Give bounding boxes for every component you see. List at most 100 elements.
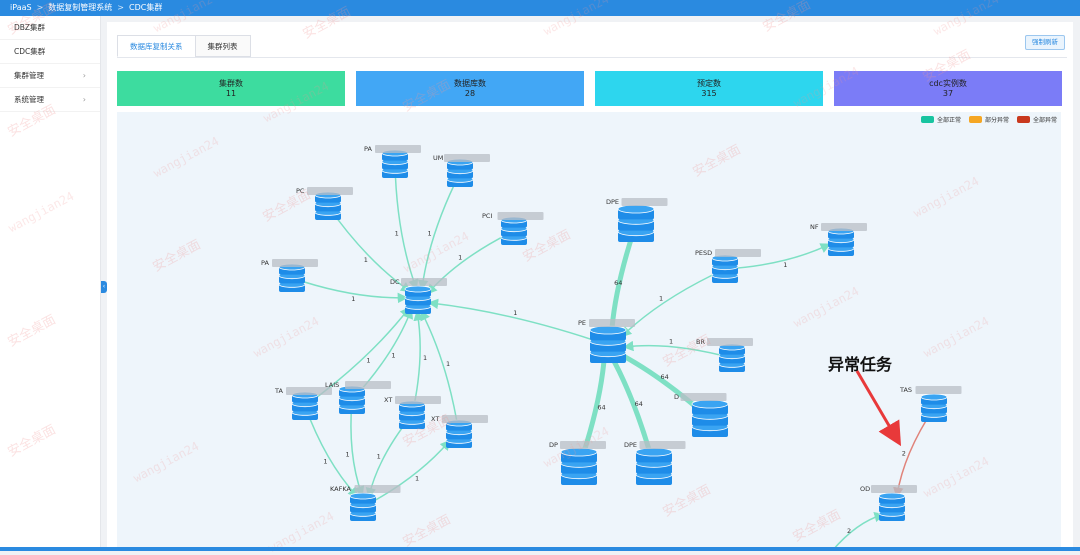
graph-canvas[interactable]: 1 1 1 1 1 1 64 1 1 1 64 64 64 1 1 1 1 1 1 1 1 2 2 PA UM PC PCI PA DC… <box>117 112 1061 551</box>
database-node-dp1[interactable] <box>560 447 598 485</box>
redacted-label-block <box>444 154 490 162</box>
database-node-pa1[interactable] <box>381 149 409 178</box>
redacted-label-block <box>442 415 488 423</box>
stat-value: 315 <box>701 89 717 98</box>
database-node-pesd[interactable] <box>711 254 739 283</box>
breadcrumb-item-cdc: CDC集群 <box>128 3 163 12</box>
node-label: XT <box>431 415 439 423</box>
database-node-nf[interactable] <box>827 227 855 256</box>
node-label: PESD <box>695 249 712 257</box>
node-label: LAIS <box>325 381 339 389</box>
edge-pa1-dc[interactable] <box>394 163 419 291</box>
edge-label: 2 <box>902 450 906 458</box>
stat-value: 11 <box>225 89 237 98</box>
node-label: PA <box>364 145 373 153</box>
replication-graph[interactable]: 全部正常 部分异常 全部异常 1 1 1 1 1 1 64 1 1 1 64 64 64 1 1 1 1 1 1 1 1… <box>117 112 1061 551</box>
stat-card-clusters: 集群数 11 <box>117 71 345 106</box>
sidebar-item-cluster-management[interactable]: 集群管理 › <box>0 64 100 88</box>
redacted-label-block <box>821 223 867 231</box>
edge-label: 1 <box>391 352 395 360</box>
node-label: TA <box>274 387 283 395</box>
redacted-label-block <box>375 145 421 153</box>
edge-label: 64 <box>635 400 643 408</box>
database-node-tas[interactable] <box>920 393 948 422</box>
redacted-label-block <box>345 381 391 389</box>
database-node-dpe_top[interactable] <box>617 204 655 242</box>
node-label: BR <box>696 338 705 346</box>
breadcrumb-separator: > <box>117 3 124 12</box>
sidebar-item-system-management[interactable]: 系统管理 › <box>0 88 100 112</box>
node-label: PA <box>261 259 270 267</box>
edge-label: 2 <box>847 527 851 535</box>
redacted-label-block <box>589 319 635 327</box>
edge-lais-kafka[interactable] <box>350 399 365 497</box>
sidebar: DBZ集群 CDC集群 集群管理 › 系统管理 › <box>0 16 101 551</box>
database-icon-top <box>617 204 655 214</box>
node-label: DPE <box>624 441 637 449</box>
database-node-od[interactable] <box>878 492 906 521</box>
chevron-right-icon: › <box>82 95 86 104</box>
database-node-xt2[interactable] <box>445 419 473 448</box>
redacted-label-block <box>560 441 606 449</box>
breadcrumb-item-ipaas[interactable]: iPaaS <box>10 0 32 16</box>
database-icon-top <box>589 325 627 335</box>
node-label: DP <box>549 441 558 449</box>
sidebar-item-label: 集群管理 <box>14 71 44 80</box>
node-label: UM <box>433 154 443 162</box>
database-icon-top <box>920 393 948 401</box>
redacted-label-block <box>395 396 441 404</box>
stat-label: 预定数 <box>697 79 721 88</box>
edge-pesd-pe[interactable] <box>620 268 726 338</box>
database-node-d[interactable] <box>691 399 729 437</box>
database-node-pc1[interactable] <box>314 191 342 220</box>
edge-incoming-od[interactable] <box>831 511 885 551</box>
node-label: KAFKA <box>330 485 351 493</box>
database-node-pc2[interactable] <box>500 216 528 245</box>
stat-value: 37 <box>942 89 954 98</box>
node-label: XT <box>384 396 392 404</box>
stat-label: cdc实例数 <box>929 79 967 88</box>
sidebar-item-cdc-cluster[interactable]: CDC集群 <box>0 40 100 64</box>
stat-card-subscriptions: 预定数 315 <box>595 71 823 106</box>
edge-label: 1 <box>415 474 419 482</box>
stat-card-cdc-instances: cdc实例数 37 <box>834 71 1062 106</box>
redacted-label-block <box>307 187 353 195</box>
database-node-br[interactable] <box>718 343 746 372</box>
stat-card-databases: 数据库数 28 <box>356 71 584 106</box>
sidebar-item-label: 系统管理 <box>14 95 44 104</box>
database-icon-top <box>691 399 729 409</box>
node-label: TAS <box>899 386 912 394</box>
chevron-right-icon: › <box>82 71 86 80</box>
redacted-label-block <box>401 278 447 286</box>
redacted-label-block <box>715 249 761 257</box>
force-refresh-button[interactable]: 强制刷新 <box>1025 35 1065 50</box>
top-bar: iPaaS > 数据复制管理系统 > CDC集群 <box>0 0 1080 16</box>
database-node-pe[interactable] <box>589 325 627 363</box>
database-node-um[interactable] <box>446 158 474 187</box>
tab-replication-relations[interactable]: 数据库复制关系 <box>117 35 196 57</box>
database-node-ta[interactable] <box>291 391 319 420</box>
database-node-kafka[interactable] <box>349 492 377 521</box>
database-node-lais[interactable] <box>338 385 366 414</box>
database-node-dpe2[interactable] <box>635 447 673 485</box>
redacted-label-block <box>915 386 962 394</box>
database-icon-top <box>404 285 432 293</box>
redacted-label-block <box>621 198 668 206</box>
database-icon-top <box>349 492 377 500</box>
node-label: NF <box>810 223 819 231</box>
edge-label: 1 <box>346 451 350 459</box>
tab-cluster-list[interactable]: 集群列表 <box>194 35 251 57</box>
breadcrumb-item-system[interactable]: 数据复制管理系统 <box>48 0 112 16</box>
database-node-xt1[interactable] <box>398 400 426 429</box>
edge-label: 1 <box>659 295 663 303</box>
sidebar-item-dbz-cluster[interactable]: DBZ集群 <box>0 16 100 40</box>
breadcrumb-separator: > <box>36 3 44 12</box>
edge-br-pe[interactable] <box>622 340 733 359</box>
stat-value: 28 <box>464 89 476 98</box>
edge-label: 1 <box>395 230 399 238</box>
database-node-dc[interactable] <box>404 285 432 314</box>
edge-label: 1 <box>364 256 368 264</box>
database-node-pa2[interactable] <box>278 263 306 292</box>
node-label: DPE <box>606 198 619 206</box>
edge-pa2-dc[interactable] <box>291 277 409 304</box>
